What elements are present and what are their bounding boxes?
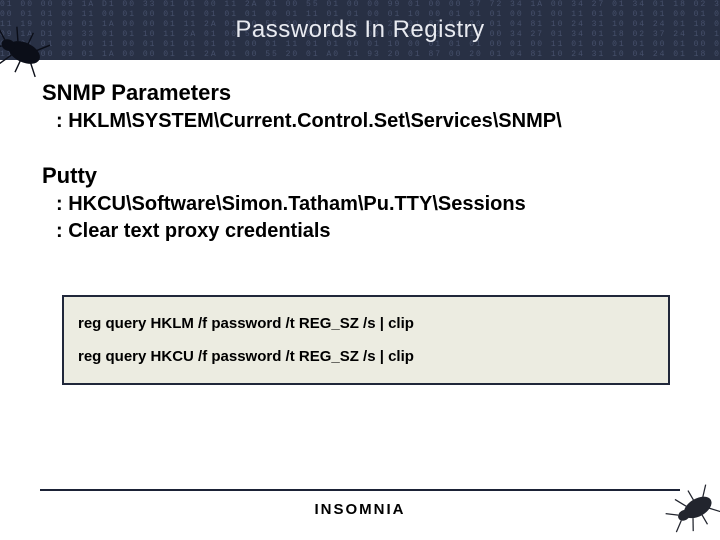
- footer-brand: INSOMNIA: [315, 501, 406, 518]
- slide: 01 00 00 09 1A D1 00 33 01 01 00 11 2A 0…: [0, 0, 720, 540]
- bullet-item: Clear text proxy credentials: [42, 218, 690, 245]
- section-snmp: SNMP Parameters HKLM\SYSTEM\Current.Cont…: [42, 80, 690, 135]
- bullet-item: HKLM\SYSTEM\Current.Control.Set\Services…: [42, 108, 690, 135]
- command-box: reg query HKLM /f password /t REG_SZ /s …: [62, 295, 670, 385]
- bullet-item: HKCU\Software\Simon.Tatham\Pu.TTY\Sessio…: [42, 191, 690, 218]
- slide-body: SNMP Parameters HKLM\SYSTEM\Current.Cont…: [0, 60, 720, 385]
- title-bar: 01 00 00 09 1A D1 00 33 01 01 00 11 2A 0…: [0, 0, 720, 60]
- footer-divider: [40, 489, 680, 491]
- section-putty: Putty HKCU\Software\Simon.Tatham\Pu.TTY\…: [42, 163, 690, 245]
- slide-title: Passwords In Registry: [235, 16, 484, 44]
- command-line: reg query HKLM /f password /t REG_SZ /s …: [76, 307, 656, 340]
- section-heading: SNMP Parameters: [42, 80, 690, 106]
- footer: INSOMNIA: [0, 489, 720, 518]
- command-line: reg query HKCU /f password /t REG_SZ /s …: [76, 340, 656, 373]
- section-heading: Putty: [42, 163, 690, 189]
